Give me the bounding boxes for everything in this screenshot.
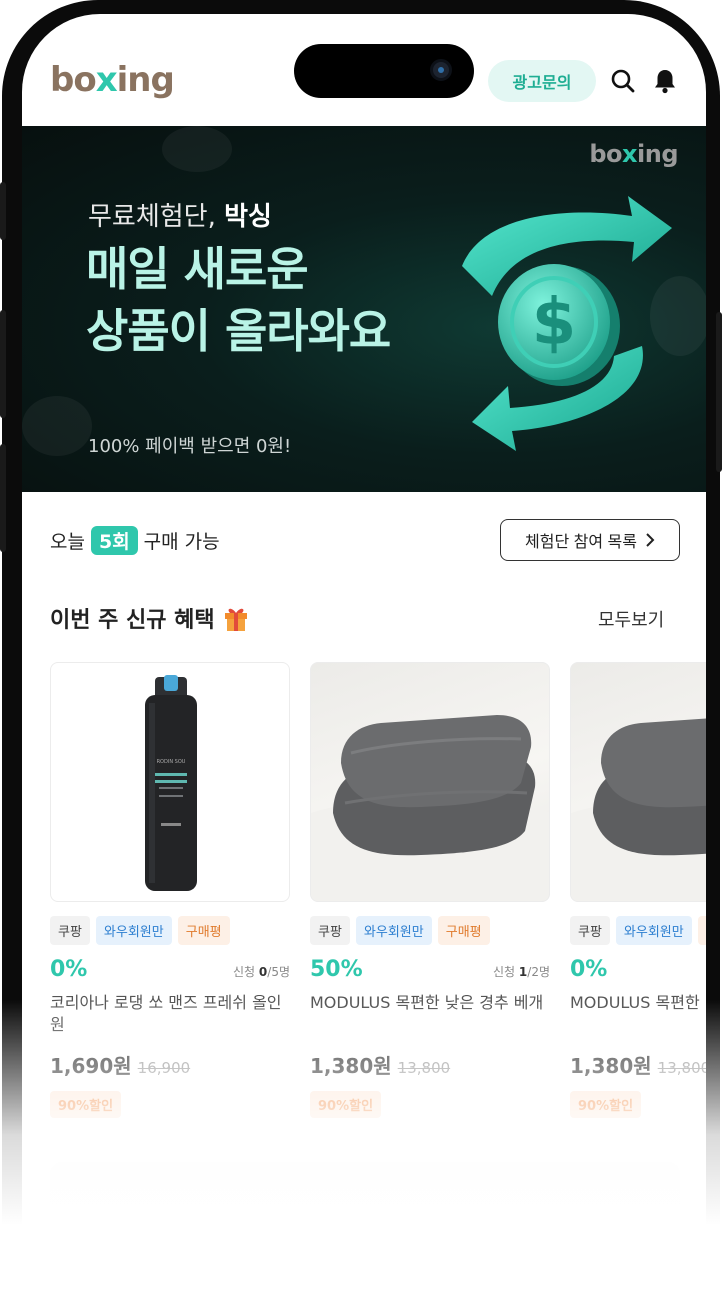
search-icon[interactable]	[610, 68, 636, 94]
phone-frame: boxing 광고문의 boxing 무료체험단, 박싱 매일 새로운 상품이 …	[0, 0, 722, 1300]
tag-review: 구매평	[697, 916, 706, 945]
product-card[interactable]: RODIN SOU 쿠팡 와우회원만 구매평 0% 신청 0/5명 코리아나 로…	[50, 662, 290, 1118]
apply-count: 신청 1/2명	[493, 965, 550, 979]
purchase-limit-prefix: 오늘	[50, 531, 85, 553]
product-name: MODULUS 목편한 낮은 경추 베개	[310, 993, 544, 1012]
power-button	[716, 312, 722, 472]
screen: boxing 광고문의 boxing 무료체험단, 박싱 매일 새로운 상품이 …	[22, 14, 706, 1300]
product-card[interactable]: 쿠팡 와우회원만 구매평 50% 신청 1/2명 MODULUS 목편한 낮은 …	[310, 662, 550, 1118]
tag-review: 구매평	[437, 916, 490, 945]
ad-inquiry-button[interactable]: 광고문의	[488, 60, 596, 102]
decor-blob	[22, 396, 92, 456]
volume-up-button	[0, 310, 6, 418]
original-price: 13,800	[397, 1059, 451, 1077]
product-image	[570, 662, 706, 902]
purchase-limit-info: 오늘 5회 구매 가능	[50, 526, 220, 555]
payback-rate: 0%	[50, 957, 88, 982]
tag-wow-member: 와우회원만	[355, 916, 432, 945]
side-button	[0, 182, 6, 240]
sale-price: 1,690원	[50, 1054, 132, 1078]
tag-wow-member: 와우회원만	[615, 916, 692, 945]
discount-badge: 90%할인	[570, 1091, 642, 1118]
original-price: 13,800	[657, 1059, 706, 1077]
product-image	[310, 662, 550, 902]
sale-price: 1,380원	[310, 1054, 392, 1078]
tag-group: 쿠팡 와우회원만 구매평	[310, 916, 550, 945]
price-row: 1,380원 13,800	[570, 1050, 706, 1079]
payback-rate: 0%	[570, 957, 608, 982]
discount-badge: 90%할인	[310, 1091, 382, 1118]
svg-text:RODIN SOU: RODIN SOU	[157, 759, 186, 765]
tag-review: 구매평	[177, 916, 230, 945]
section-title: 이번 주 신규 혜택	[50, 602, 249, 634]
gift-icon	[224, 608, 247, 631]
banner-subtitle: 무료체험단, 박싱	[88, 202, 272, 232]
original-price: 16,900	[137, 1059, 191, 1077]
tag-wow-member: 와우회원만	[95, 916, 172, 945]
product-name: 코리아나 로댕 쏘 맨즈 프레쉬 올인원	[50, 993, 282, 1034]
payback-rate: 50%	[310, 957, 363, 982]
banner-title: 매일 새로운 상품이 올라와요	[86, 242, 391, 358]
brand-logo[interactable]: boxing	[50, 60, 175, 100]
tag-coupang: 쿠팡	[570, 916, 610, 945]
see-all-link[interactable]: 모두보기	[598, 606, 664, 632]
camera-icon	[430, 59, 452, 81]
product-card[interactable]: 쿠팡 와우회원만 구매평 0% 신청 MODULUS 목편한 낮은 경추 베개 …	[570, 662, 706, 1118]
product-name: MODULUS 목편한 낮은 경추 베개	[570, 993, 706, 1012]
participation-list-label: 체험단 참여 목록	[525, 534, 637, 551]
rate-row: 50% 신청 1/2명	[310, 957, 550, 982]
purchase-count-badge: 5회	[90, 526, 138, 555]
coin-arrow-illustration: $	[462, 196, 672, 451]
sale-price: 1,380원	[570, 1054, 652, 1078]
dynamic-island	[294, 44, 474, 98]
tag-group: 쿠팡 와우회원만 구매평	[570, 916, 706, 945]
rate-row: 0% 신청 0/5명	[50, 957, 290, 982]
chevron-right-icon	[646, 533, 655, 547]
banner-logo: boxing	[589, 140, 678, 168]
tag-group: 쿠팡 와우회원만 구매평	[50, 916, 290, 945]
tag-coupang: 쿠팡	[310, 916, 350, 945]
tag-coupang: 쿠팡	[50, 916, 90, 945]
bell-icon[interactable]	[652, 68, 678, 94]
participation-list-button[interactable]: 체험단 참여 목록	[500, 519, 680, 561]
volume-down-button	[0, 444, 6, 552]
apply-count: 신청 0/5명	[233, 965, 290, 979]
purchase-limit-suffix: 구매 가능	[143, 531, 220, 553]
rate-row: 0% 신청	[570, 957, 706, 982]
price-row: 1,690원 16,900	[50, 1050, 290, 1079]
promo-banner[interactable]: boxing 무료체험단, 박싱 매일 새로운 상품이 올라와요 100% 페이…	[22, 126, 706, 492]
discount-badge: 90%할인	[50, 1091, 122, 1118]
price-row: 1,380원 13,800	[310, 1050, 550, 1079]
svg-text:$: $	[532, 286, 577, 360]
decor-blob	[162, 126, 232, 172]
section-title-text: 이번 주 신규 혜택	[50, 608, 215, 633]
next-section-card	[50, 1162, 680, 1222]
banner-footnote: 100% 페이백 받으면 0원!	[88, 436, 292, 457]
product-image: RODIN SOU	[50, 662, 290, 902]
